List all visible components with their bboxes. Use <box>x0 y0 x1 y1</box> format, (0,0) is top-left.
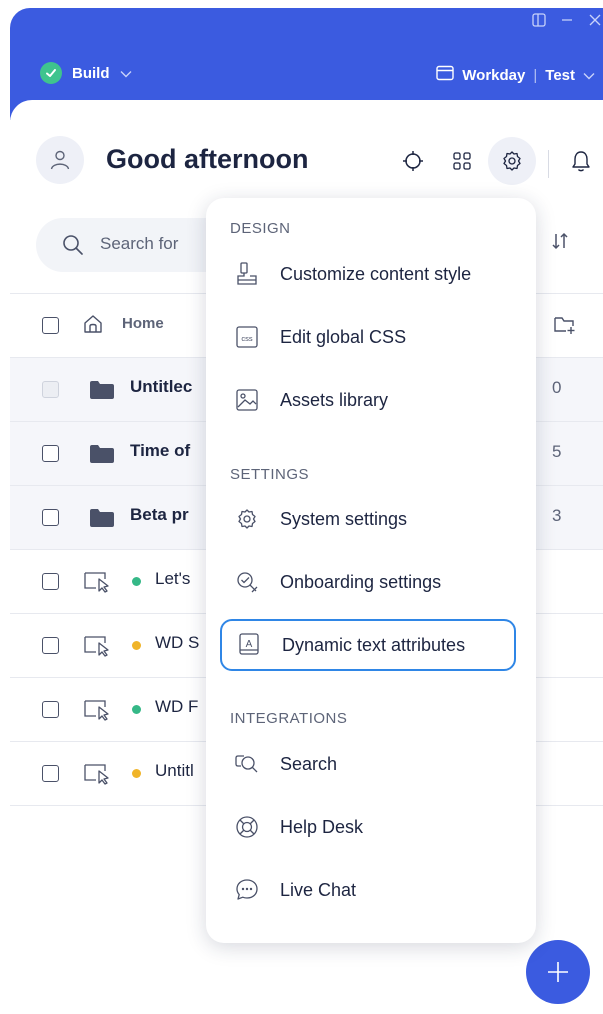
menu-item-label: Search <box>280 753 338 774</box>
image-icon <box>232 385 262 415</box>
system-icon <box>436 65 454 85</box>
walkthrough-pointer-icon <box>83 697 115 726</box>
item-name: Let's <box>155 569 191 588</box>
gear-icon <box>232 504 262 534</box>
window-controls <box>531 12 603 28</box>
apps-grid-icon[interactable] <box>441 140 483 182</box>
walkthrough-pointer-icon <box>83 761 115 790</box>
plus-icon <box>548 962 568 982</box>
folder-name: Time of <box>130 441 191 460</box>
search-integration-icon <box>232 749 262 779</box>
walkthrough-pointer-icon <box>83 569 115 598</box>
menu-item-customize-content-style[interactable]: Customize content style <box>220 248 516 300</box>
settings-gear-icon[interactable] <box>488 137 536 185</box>
close-icon[interactable] <box>587 12 603 28</box>
menu-item-search[interactable]: Search <box>220 738 516 790</box>
add-button[interactable] <box>526 940 590 1004</box>
row-checkbox[interactable] <box>42 701 59 718</box>
row-checkbox[interactable] <box>42 765 59 782</box>
menu-item-label: Assets library <box>280 389 389 410</box>
environment-label: Test <box>545 66 575 84</box>
target-icon[interactable] <box>392 140 434 182</box>
section-heading-design: DESIGN <box>230 220 291 237</box>
item-count: 0 <box>552 378 562 397</box>
check-icon <box>40 62 62 84</box>
row-checkbox[interactable] <box>42 637 59 654</box>
separator: | <box>533 66 538 84</box>
select-all-checkbox[interactable] <box>42 317 59 334</box>
item-count: 3 <box>552 506 562 525</box>
user-icon <box>50 150 70 170</box>
folder-name: Beta pr <box>130 505 189 524</box>
menu-item-label: Help Desk <box>280 816 364 837</box>
menu-item-label: Onboarding settings <box>280 571 442 592</box>
row-checkbox[interactable] <box>42 509 59 526</box>
status-dot <box>132 577 141 586</box>
status-dot <box>132 641 141 650</box>
home-icon[interactable] <box>82 313 104 340</box>
divider <box>548 150 549 178</box>
mode-selector[interactable]: Build <box>40 62 132 84</box>
section-heading-integrations: INTEGRATIONS <box>230 710 348 727</box>
menu-item-label: Customize content style <box>280 263 472 284</box>
css-badge: css <box>241 334 253 343</box>
row-checkbox[interactable] <box>42 381 59 398</box>
avatar[interactable] <box>36 136 84 184</box>
item-name: WD F <box>155 697 199 716</box>
greeting-title: Good afternoon <box>106 144 309 174</box>
menu-item-live-chat[interactable]: Live Chat <box>220 864 516 916</box>
menu-item-help-desk[interactable]: Help Desk <box>220 801 516 853</box>
menu-item-system-settings[interactable]: System settings <box>220 493 516 545</box>
row-checkbox[interactable] <box>42 573 59 590</box>
item-name: WD S <box>155 633 200 652</box>
folder-icon <box>89 444 115 469</box>
text-attribute-icon: A <box>234 630 264 660</box>
lifebuoy-icon <box>232 812 262 842</box>
menu-item-edit-global-css[interactable]: css Edit global CSS <box>220 311 516 363</box>
menu-item-assets-library[interactable]: Assets library <box>220 374 516 426</box>
app-window: Build Workday | Test Good afternoon Sear… <box>10 8 603 1014</box>
folder-icon <box>89 508 115 533</box>
menu-item-label: Live Chat <box>280 879 357 900</box>
bell-icon[interactable] <box>560 140 602 182</box>
menu-item-onboarding-settings[interactable]: Onboarding settings <box>220 556 516 608</box>
css-file-icon: css <box>232 322 262 352</box>
menu-item-dynamic-text-attributes[interactable]: A Dynamic text attributes <box>220 619 516 671</box>
sidebar-toggle-icon[interactable] <box>531 12 547 28</box>
item-name: Untitl <box>155 761 194 780</box>
paint-roller-icon <box>232 259 262 289</box>
item-count: 5 <box>552 442 562 461</box>
new-folder-icon[interactable] <box>553 314 577 341</box>
chat-bubble-icon <box>232 875 262 905</box>
menu-item-label: Edit global CSS <box>280 326 407 347</box>
system-label: Workday <box>462 66 526 84</box>
settings-dropdown-menu: DESIGN Customize content style css Edit … <box>206 198 536 943</box>
section-heading-settings: SETTINGS <box>230 466 310 483</box>
folder-name: Untitlec <box>130 377 193 396</box>
minimize-icon[interactable] <box>559 12 575 28</box>
sort-icon[interactable] <box>550 230 570 257</box>
status-dot <box>132 769 141 778</box>
folder-icon <box>89 380 115 405</box>
breadcrumb-home[interactable]: Home <box>122 315 164 332</box>
menu-item-label: System settings <box>280 508 408 529</box>
mode-label: Build <box>72 64 110 82</box>
search-icon <box>62 234 84 261</box>
environment-selector[interactable]: Workday | Test <box>436 65 595 85</box>
status-dot <box>132 705 141 714</box>
text-attribute-badge: A <box>246 639 253 650</box>
chevron-down-icon <box>120 65 132 82</box>
menu-item-label: Dynamic text attributes <box>282 634 466 655</box>
header: Good afternoon <box>36 136 603 188</box>
search-placeholder: Search for <box>100 234 179 253</box>
onboarding-rocket-icon <box>232 567 262 597</box>
walkthrough-pointer-icon <box>83 633 115 662</box>
row-checkbox[interactable] <box>42 445 59 462</box>
chevron-down-icon <box>583 67 595 84</box>
